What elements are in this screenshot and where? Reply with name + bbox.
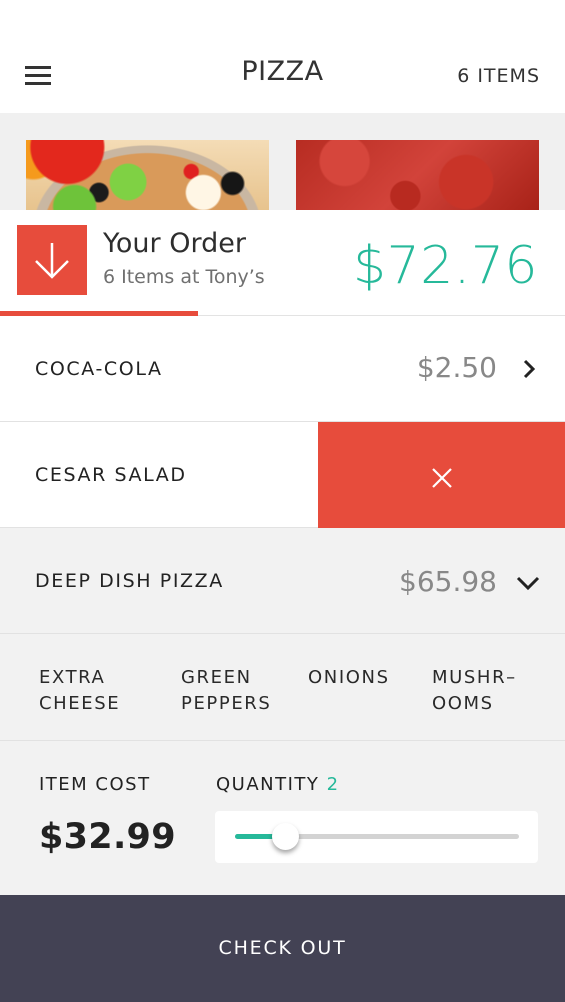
list-item-cesar-salad[interactable]: CESAR SALAD <box>0 422 565 528</box>
item-label: CESAR SALAD <box>35 464 187 486</box>
top-bar: PIZZA 6 ITEMS <box>0 0 565 113</box>
tomato-sauce-photo[interactable] <box>296 140 539 210</box>
close-icon <box>432 468 452 488</box>
slider-thumb[interactable] <box>271 823 299 850</box>
item-cost-label: ITEM COST <box>39 774 151 795</box>
image-gallery <box>0 113 565 210</box>
checkout-button[interactable]: CHECK OUT <box>0 895 565 1002</box>
topping-green-peppers[interactable]: GREEN PEPPERS <box>181 665 271 717</box>
chevron-down-icon[interactable] <box>515 575 541 591</box>
collapse-order-button[interactable] <box>17 225 87 295</box>
order-total: $72.76 <box>353 236 538 296</box>
order-subtitle: 6 Items at Tony’s <box>103 266 265 288</box>
list-item-coca-cola[interactable]: COCA-COLA $2.50 <box>0 316 565 422</box>
item-price: $65.98 <box>399 565 497 598</box>
delete-item-button[interactable] <box>318 422 565 528</box>
pizza-photo[interactable] <box>26 140 269 210</box>
toppings-list: EXTRA CHEESE GREEN PEPPERS ONIONS MUSHR–… <box>0 635 565 741</box>
item-details: ITEM COST $32.99 QUANTITY 2 <box>0 741 565 895</box>
topping-onions[interactable]: ONIONS <box>308 665 390 691</box>
arrow-down-icon <box>35 243 69 279</box>
item-price: $2.50 <box>416 351 497 384</box>
item-count: 6 ITEMS <box>457 65 540 87</box>
order-title: Your Order <box>103 228 246 259</box>
item-label: COCA-COLA <box>35 358 163 380</box>
item-cost-value: $32.99 <box>39 817 176 857</box>
item-label: DEEP DISH PIZZA <box>35 570 224 592</box>
order-summary: Your Order 6 Items at Tony’s $72.76 <box>0 210 565 316</box>
chevron-right-icon[interactable] <box>520 358 538 380</box>
slider-track[interactable] <box>235 823 519 850</box>
list-item-deep-dish-pizza[interactable]: DEEP DISH PIZZA $65.98 <box>0 528 565 634</box>
quantity-label: QUANTITY 2 <box>216 774 340 795</box>
quantity-slider[interactable] <box>215 811 538 863</box>
topping-mushrooms[interactable]: MUSHR– OOMS <box>432 665 517 717</box>
quantity-value: 2 <box>326 774 340 795</box>
topping-extra-cheese[interactable]: EXTRA CHEESE <box>39 665 120 717</box>
app: PIZZA 6 ITEMS Your Order 6 Items at Tony… <box>0 0 565 1002</box>
quantity-label-text: QUANTITY <box>216 774 320 795</box>
